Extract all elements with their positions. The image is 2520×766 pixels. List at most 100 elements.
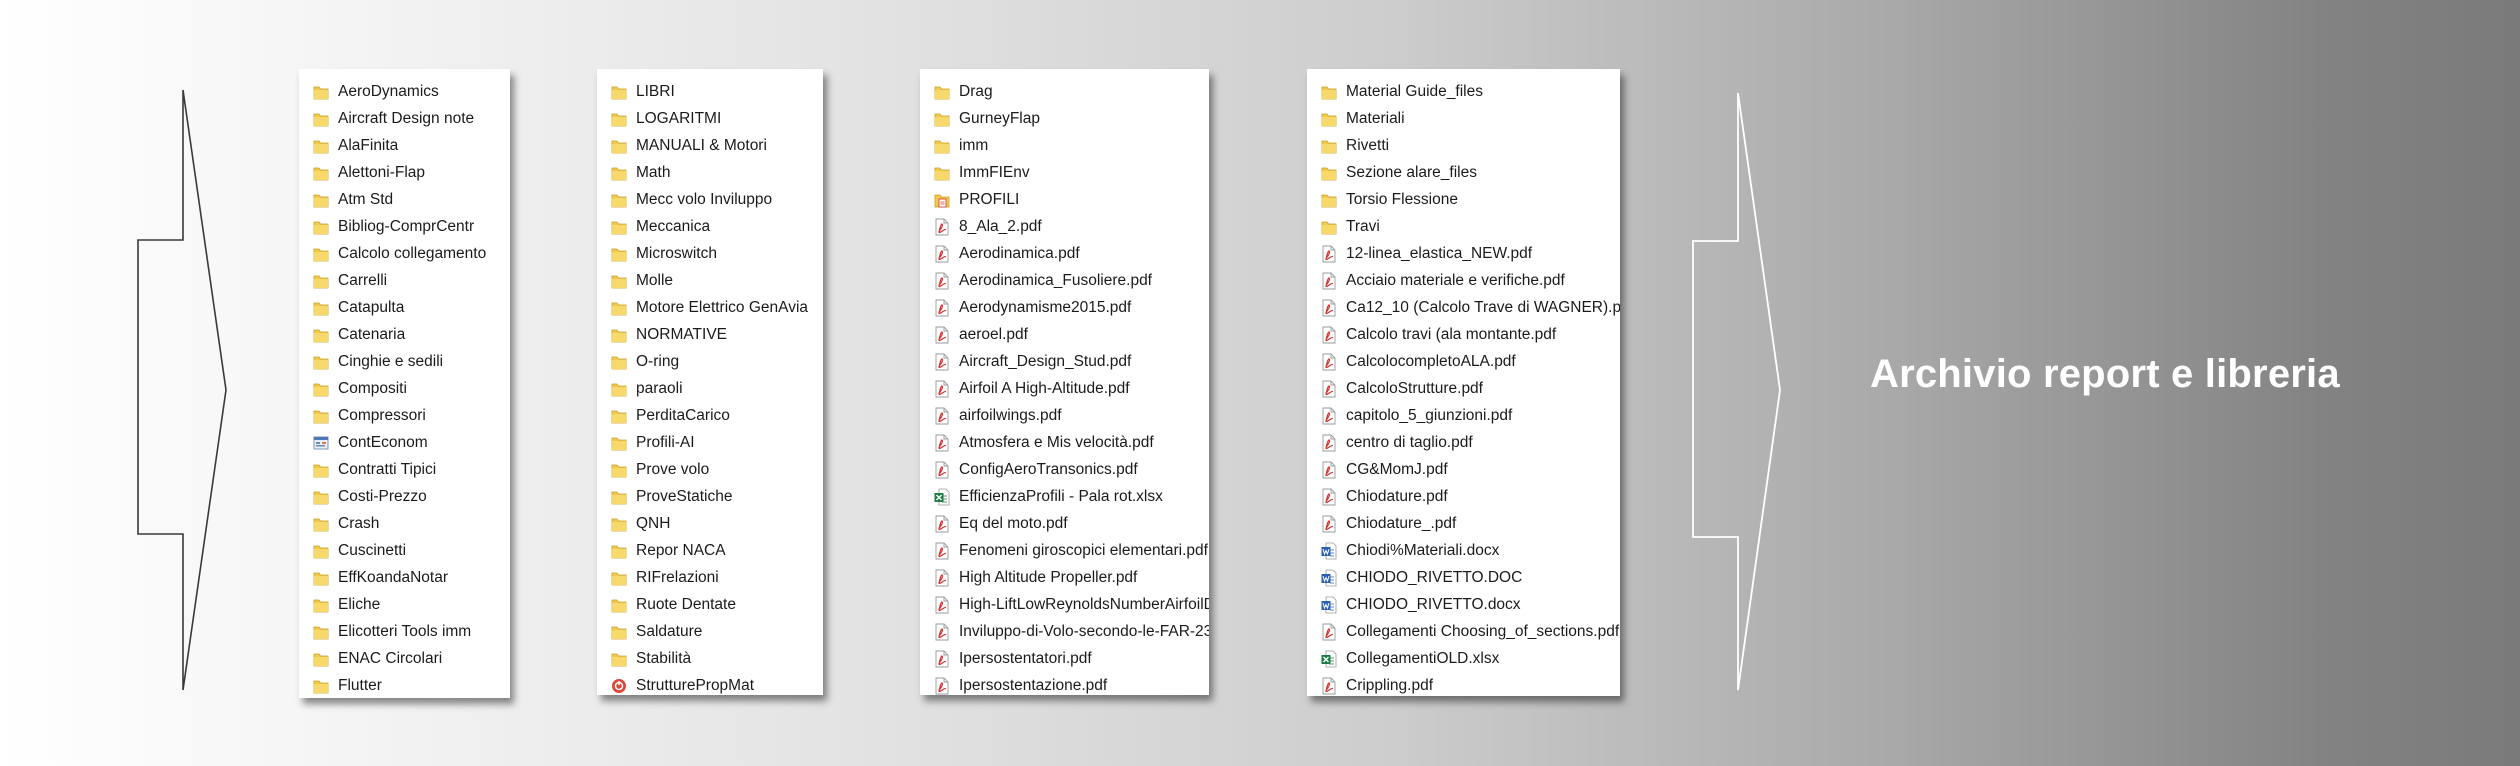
list-item[interactable]: Ipersostentatori.pdf [920, 645, 1209, 672]
list-item[interactable]: Elicotteri Tools imm [299, 618, 510, 645]
list-item[interactable]: Aerodinamica_Fusoliere.pdf [920, 267, 1209, 294]
list-item[interactable]: 8_Ala_2.pdf [920, 213, 1209, 240]
list-item[interactable]: Atmosfera e Mis velocità.pdf [920, 429, 1209, 456]
list-item[interactable]: LIBRI [597, 78, 823, 105]
list-item[interactable]: Torsio Flessione [1307, 186, 1620, 213]
list-item[interactable]: QNH [597, 510, 823, 537]
list-item[interactable]: EffKoandaNotar [299, 564, 510, 591]
list-item[interactable]: ConfigAeroTransonics.pdf [920, 456, 1209, 483]
pdf-file-icon [934, 623, 950, 641]
list-item[interactable]: CollegamentiOLD.xlsx [1307, 645, 1620, 672]
list-item[interactable]: airfoilwings.pdf [920, 402, 1209, 429]
list-item[interactable]: 12-linea_elastica_NEW.pdf [1307, 240, 1620, 267]
list-item[interactable]: Collegamenti Choosing_of_sections.pdf [1307, 618, 1620, 645]
list-item[interactable]: aeroel.pdf [920, 321, 1209, 348]
list-item[interactable]: Mecc volo Inviluppo [597, 186, 823, 213]
list-item[interactable]: CalcolocompletoALA.pdf [1307, 348, 1620, 375]
right-arrow-shape [1690, 90, 1785, 695]
list-item[interactable]: Contratti Tipici [299, 456, 510, 483]
list-item[interactable]: Drag [920, 78, 1209, 105]
list-item[interactable]: Alettoni-Flap [299, 159, 510, 186]
folder-icon [313, 299, 329, 317]
list-item[interactable]: High Altitude Propeller.pdf [920, 564, 1209, 591]
list-item[interactable]: Chiodature.pdf [1307, 483, 1620, 510]
list-item[interactable]: Motore Elettrico GenAvia [597, 294, 823, 321]
list-item-label: CG&MomJ.pdf [1346, 460, 1448, 478]
list-item[interactable]: ContEconom [299, 429, 510, 456]
list-item[interactable]: Rivetti [1307, 132, 1620, 159]
list-item[interactable]: O-ring [597, 348, 823, 375]
list-item[interactable]: CHIODO_RIVETTO.docx [1307, 591, 1620, 618]
list-item[interactable]: Catapulta [299, 294, 510, 321]
list-item[interactable]: PROFILI [920, 186, 1209, 213]
list-item[interactable]: GurneyFlap [920, 105, 1209, 132]
list-item[interactable]: Bibliog-ComprCentr [299, 213, 510, 240]
list-item[interactable]: Costi-Prezzo [299, 483, 510, 510]
list-item[interactable]: High-LiftLowReynoldsNumberAirfoilD [920, 591, 1209, 618]
list-item[interactable]: AeroDynamics [299, 78, 510, 105]
list-item[interactable]: Compositi [299, 375, 510, 402]
list-item[interactable]: Compressori [299, 402, 510, 429]
list-item[interactable]: CalcoloStrutture.pdf [1307, 375, 1620, 402]
list-item[interactable]: Catenaria [299, 321, 510, 348]
list-item[interactable]: Atm Std [299, 186, 510, 213]
list-item[interactable]: imm [920, 132, 1209, 159]
list-item[interactable]: Aerodynamisme2015.pdf [920, 294, 1209, 321]
list-item[interactable]: Chiodi%Materiali.docx [1307, 537, 1620, 564]
list-item[interactable]: AlaFinita [299, 132, 510, 159]
list-item[interactable]: centro di taglio.pdf [1307, 429, 1620, 456]
list-item[interactable]: Carrelli [299, 267, 510, 294]
list-item[interactable]: Ipersostentazione.pdf [920, 672, 1209, 695]
list-item[interactable]: Ca12_10 (Calcolo Trave di WAGNER).pdf [1307, 294, 1620, 321]
list-item[interactable]: MANUALI & Motori [597, 132, 823, 159]
list-item[interactable]: Ruote Dentate [597, 591, 823, 618]
list-item[interactable]: ENAC Circolari [299, 645, 510, 672]
list-item[interactable]: Materiali [1307, 105, 1620, 132]
list-item[interactable]: Prove volo [597, 456, 823, 483]
list-item[interactable]: Crash [299, 510, 510, 537]
list-item[interactable]: Molle [597, 267, 823, 294]
list-item[interactable]: Math [597, 159, 823, 186]
list-item-label: 12-linea_elastica_NEW.pdf [1346, 244, 1533, 262]
list-item[interactable]: Travi [1307, 213, 1620, 240]
list-item[interactable]: Calcolo travi (ala montante.pdf [1307, 321, 1620, 348]
list-item[interactable]: Eliche [299, 591, 510, 618]
list-item[interactable]: Saldature [597, 618, 823, 645]
list-item[interactable]: EfficienzaProfili - Pala rot.xlsx [920, 483, 1209, 510]
list-item[interactable]: Eq del moto.pdf [920, 510, 1209, 537]
list-item[interactable]: NORMATIVE [597, 321, 823, 348]
list-item[interactable]: LOGARITMI [597, 105, 823, 132]
list-item[interactable]: CHIODO_RIVETTO.DOC [1307, 564, 1620, 591]
list-item[interactable]: ProveStatiche [597, 483, 823, 510]
list-item[interactable]: Aerodinamica.pdf [920, 240, 1209, 267]
list-item[interactable]: Repor NACA [597, 537, 823, 564]
list-item[interactable]: Meccanica [597, 213, 823, 240]
list-item[interactable]: RIFrelazioni [597, 564, 823, 591]
list-item[interactable]: Profili-AI [597, 429, 823, 456]
list-item[interactable]: Flutter [299, 672, 510, 698]
list-item[interactable]: CG&MomJ.pdf [1307, 456, 1620, 483]
list-item-label: Atm Std [338, 190, 394, 208]
list-item[interactable]: Cuscinetti [299, 537, 510, 564]
list-item[interactable]: Microswitch [597, 240, 823, 267]
list-item[interactable]: Crippling.pdf [1307, 672, 1620, 696]
list-item[interactable]: Cinghie e sedili [299, 348, 510, 375]
list-item[interactable]: Airfoil A High-Altitude.pdf [920, 375, 1209, 402]
list-item[interactable]: Inviluppo-di-Volo-secondo-le-FAR-23. [920, 618, 1209, 645]
list-item[interactable]: Fenomeni giroscopici elementari.pdf [920, 537, 1209, 564]
list-item[interactable]: ImmFIEnv [920, 159, 1209, 186]
list-item[interactable]: StrutturePropMat [597, 672, 823, 695]
list-item[interactable]: PerditaCarico [597, 402, 823, 429]
folder-icon [313, 191, 329, 209]
list-item[interactable]: paraoli [597, 375, 823, 402]
folder-icon [611, 218, 627, 236]
list-item[interactable]: Acciaio materiale e verifiche.pdf [1307, 267, 1620, 294]
list-item[interactable]: Aircraft Design note [299, 105, 510, 132]
list-item[interactable]: Aircraft_Design_Stud.pdf [920, 348, 1209, 375]
list-item[interactable]: capitolo_5_giunzioni.pdf [1307, 402, 1620, 429]
list-item[interactable]: Stabilità [597, 645, 823, 672]
list-item[interactable]: Calcolo collegamento [299, 240, 510, 267]
list-item[interactable]: Chiodature_.pdf [1307, 510, 1620, 537]
list-item[interactable]: Sezione alare_files [1307, 159, 1620, 186]
list-item[interactable]: Material Guide_files [1307, 78, 1620, 105]
